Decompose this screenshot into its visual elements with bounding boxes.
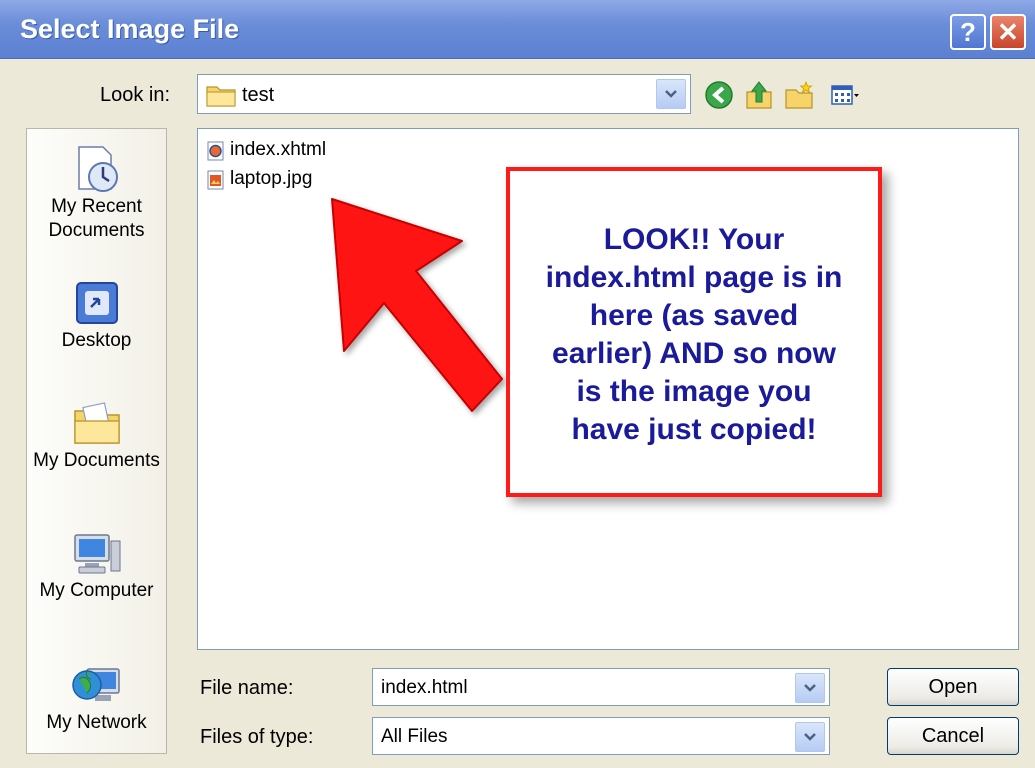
cancel-button[interactable]: Cancel — [887, 717, 1019, 755]
desktop-icon — [75, 282, 118, 324]
places-bar: My Recent Documents Desktop My Documents — [26, 128, 167, 754]
recent-documents-icon — [77, 146, 118, 192]
red-arrow-annotation — [331, 198, 503, 412]
title-bar[interactable]: Select Image File ? ✕ — [0, 0, 1035, 59]
file-list[interactable]: index.xhtml laptop.jpg LOOK!! Your index… — [197, 128, 1019, 650]
place-my-computer[interactable]: My Computer — [27, 527, 166, 603]
files-of-type-dropdown-arrow[interactable] — [795, 722, 825, 752]
look-in-label: Look in: — [100, 84, 171, 106]
my-documents-icon — [73, 402, 120, 444]
select-image-file-dialog: Select Image File ? ✕ Look in: test My R… — [0, 0, 1035, 768]
files-of-type-dropdown[interactable]: All Files — [372, 717, 830, 755]
files-of-type-label: Files of type: — [200, 726, 314, 748]
callout-line: have just copied! — [571, 413, 817, 446]
jpg-file-icon — [207, 170, 224, 190]
look-in-dropdown[interactable]: test — [197, 74, 691, 114]
place-label: My Computer — [39, 580, 154, 601]
chevron-down-icon — [804, 684, 816, 692]
back-icon[interactable] — [704, 80, 734, 110]
callout-line: index.html page is in — [545, 261, 843, 294]
view-menu-icon[interactable] — [830, 80, 860, 110]
callout-line: is the image you — [576, 375, 812, 408]
file-name-value: index.html — [381, 677, 468, 698]
place-my-recent-documents[interactable]: My Recent Documents — [27, 143, 166, 243]
file-name: index.xhtml — [230, 139, 327, 160]
files-of-type-value: All Files — [381, 726, 448, 747]
chevron-down-icon — [804, 733, 816, 741]
dialog-title: Select Image File — [20, 14, 240, 44]
place-label: My Recent — [51, 196, 142, 217]
place-my-documents[interactable]: My Documents — [27, 397, 166, 473]
help-button[interactable]: ? — [950, 14, 986, 50]
place-label: Documents — [48, 220, 145, 241]
file-name-dropdown-arrow[interactable] — [795, 673, 825, 703]
file-name-input[interactable]: index.html — [372, 668, 830, 706]
place-label: My Documents — [33, 450, 160, 471]
close-button[interactable]: ✕ — [990, 14, 1026, 50]
file-name-label: File name: — [200, 677, 294, 699]
chevron-down-icon — [665, 90, 677, 98]
callout-line: earlier) AND so now — [552, 337, 836, 370]
place-label: Desktop — [61, 330, 132, 351]
my-computer-icon — [73, 534, 120, 574]
up-folder-icon[interactable] — [744, 80, 774, 110]
my-network-icon — [71, 668, 120, 701]
look-in-dropdown-arrow[interactable] — [656, 79, 686, 109]
callout-line: here (as saved — [589, 299, 799, 332]
look-in-value: test — [242, 84, 275, 106]
place-desktop[interactable]: Desktop — [27, 277, 166, 353]
folder-icon — [206, 86, 236, 107]
html-file-icon — [207, 141, 224, 161]
open-button[interactable]: Open — [887, 668, 1019, 706]
callout-line: LOOK!! Your — [603, 223, 785, 256]
new-folder-icon[interactable] — [784, 80, 814, 110]
place-label: My Network — [46, 712, 147, 733]
file-name: laptop.jpg — [230, 168, 313, 189]
callout-box: LOOK!! Your index.html page is in here (… — [506, 167, 882, 497]
place-my-network[interactable]: My Network — [27, 659, 166, 735]
